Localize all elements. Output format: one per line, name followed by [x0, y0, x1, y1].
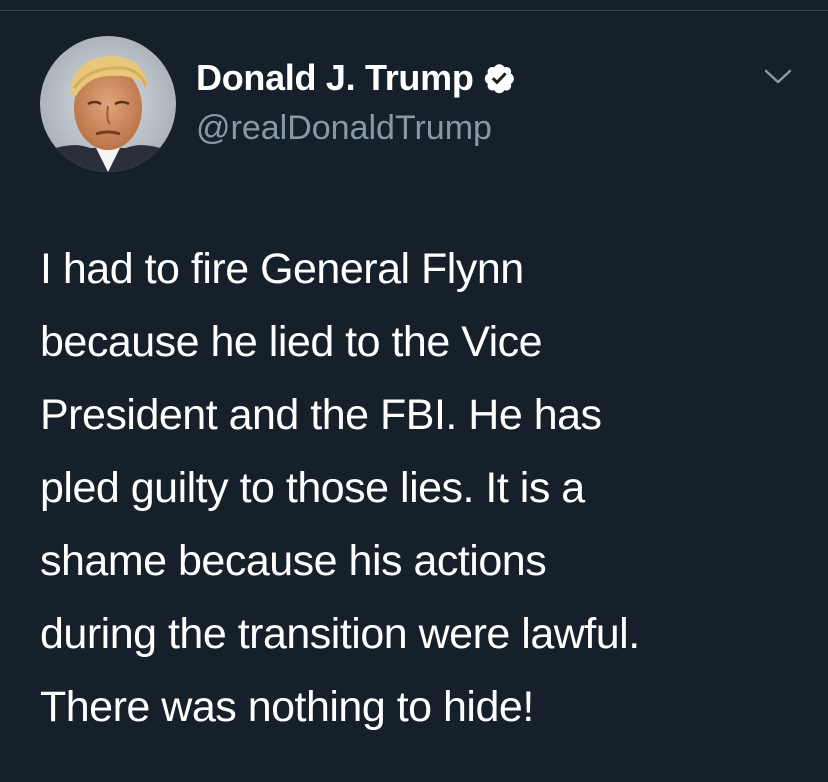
avatar-image	[40, 36, 176, 172]
tweet-text-line: pled guilty to those lies. It is a	[40, 464, 585, 512]
verified-badge-icon	[482, 61, 516, 95]
tweet-text-line: shame because his actions	[40, 537, 547, 585]
tweet[interactable]: Donald J. Trump @realDonaldTrump I had t…	[0, 12, 828, 782]
tweet-text-line: because he lied to the Vice	[40, 318, 543, 366]
author-name-row[interactable]: Donald J. Trump	[196, 56, 516, 100]
tweet-text-line: President and the FBI. He has	[40, 391, 602, 439]
tweet-text-line: during the transition were lawful.	[40, 610, 640, 658]
chevron-down-icon[interactable]	[760, 62, 796, 92]
tweet-text: I had to fire General Flynn because he l…	[40, 233, 800, 744]
author-handle[interactable]: @realDonaldTrump	[196, 107, 492, 149]
author-display-name[interactable]: Donald J. Trump	[196, 56, 474, 100]
avatar[interactable]	[40, 36, 176, 172]
top-divider	[0, 0, 828, 11]
tweet-text-line: There was nothing to hide!	[40, 683, 534, 731]
tweet-text-line: I had to fire General Flynn	[40, 245, 524, 293]
